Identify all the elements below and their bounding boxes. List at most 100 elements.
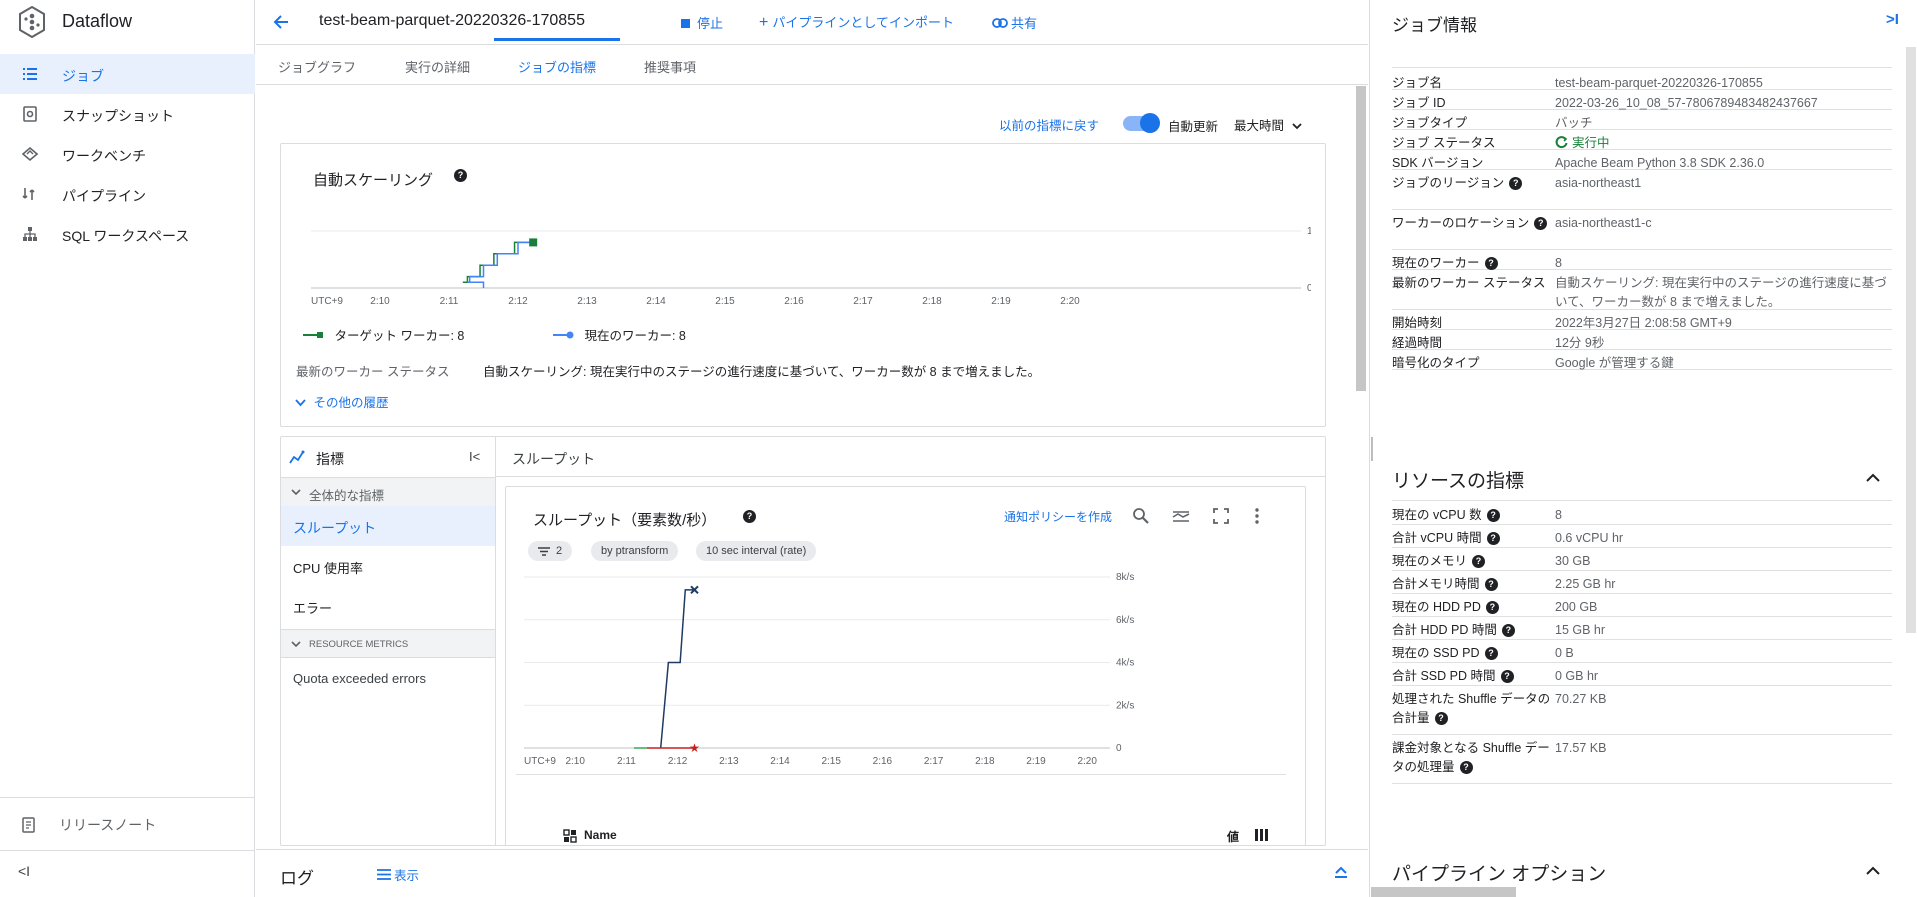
- resource-value: 15 GB hr: [1555, 621, 1891, 640]
- help-icon[interactable]: ?: [1501, 624, 1515, 638]
- sidebar-item-label: スナップショット: [62, 108, 174, 124]
- chevron-up-icon[interactable]: [1866, 473, 1880, 482]
- job-info-key: ジョブのリージョン?: [1392, 174, 1552, 193]
- job-info-value-text: バッチ: [1555, 116, 1593, 130]
- autoscale-x-tick: 2:20: [1060, 296, 1080, 307]
- chevron-up-icon[interactable]: [1866, 866, 1880, 875]
- help-icon[interactable]: ?: [1486, 532, 1500, 546]
- divider: [0, 850, 255, 851]
- tab-job-graph[interactable]: ジョブグラフ: [278, 57, 356, 76]
- help-icon[interactable]: ?: [1434, 712, 1448, 726]
- help-icon[interactable]: ?: [743, 510, 756, 523]
- time-range-select[interactable]: 最大時間: [1234, 115, 1302, 134]
- job-info-row: 暗号化のタイプ Google が管理する鍵: [1392, 350, 1892, 370]
- sidebar-item-pipelines[interactable]: パイプライン: [0, 174, 255, 214]
- filter-chip[interactable]: 2: [528, 541, 573, 561]
- help-icon[interactable]: ?: [1486, 509, 1500, 523]
- group-by-chip[interactable]: by ptransform: [591, 541, 679, 561]
- metric-group-resource[interactable]: RESOURCE METRICS: [281, 629, 495, 658]
- job-info-key-text: 最新のワーカー ステータス: [1392, 276, 1546, 290]
- throughput-x-tick: UTC+9: [524, 756, 556, 767]
- job-info-key-text: 経過時間: [1392, 336, 1443, 350]
- auto-update-label: 自動更新: [1168, 120, 1219, 134]
- help-icon[interactable]: ?: [1485, 601, 1499, 615]
- more-vert-icon[interactable]: [1254, 508, 1260, 524]
- metric-item-cpu[interactable]: CPU 使用率: [281, 546, 495, 586]
- stop-button[interactable]: 停止: [681, 13, 723, 32]
- horizontal-scrollbar[interactable]: [1371, 887, 1516, 897]
- sidebar-item-sql-workspace[interactable]: SQL ワークスペース: [0, 214, 255, 254]
- more-history-link[interactable]: その他の履歴: [295, 392, 389, 411]
- resource-value: 70.27 KB: [1555, 690, 1891, 709]
- show-log-button[interactable]: 表示: [377, 865, 419, 884]
- tab-bar: ジョブグラフ 実行の詳細 ジョブの指標 推奨事項: [256, 45, 1368, 85]
- collapse-metrics-nav-button[interactable]: I<: [469, 449, 480, 464]
- sidebar-item-jobs[interactable]: ジョブ: [0, 54, 255, 94]
- splitter-handle[interactable]: [1371, 437, 1373, 461]
- help-icon[interactable]: ?: [1484, 257, 1498, 271]
- sidebar-item-label: SQL ワークスペース: [62, 228, 190, 244]
- autoscale-series-line[interactable]: [467, 241, 534, 288]
- metric-item-errors[interactable]: エラー: [281, 586, 495, 626]
- release-notes-link[interactable]: リリースノート: [0, 805, 255, 841]
- tab-job-metrics[interactable]: ジョブの指標: [518, 57, 596, 76]
- collapse-sidebar-button[interactable]: <I: [18, 863, 42, 883]
- back-arrow-icon[interactable]: [272, 13, 290, 31]
- resource-key-text: 現在の HDD PD: [1392, 600, 1481, 614]
- autoscale-x-tick: 2:13: [577, 296, 597, 307]
- help-icon[interactable]: ?: [1484, 578, 1498, 592]
- expand-up-icon[interactable]: [1334, 865, 1348, 879]
- help-icon[interactable]: ?: [1500, 670, 1514, 684]
- zoom-search-icon[interactable]: [1132, 507, 1150, 525]
- interval-chip[interactable]: 10 sec interval (rate): [696, 541, 817, 561]
- metric-item-quota-exceeded[interactable]: Quota exceeded errors: [281, 659, 495, 699]
- import-as-pipeline-button[interactable]: + パイプラインとしてインポート: [759, 12, 954, 32]
- table-header-name[interactable]: Name: [584, 828, 617, 842]
- help-icon[interactable]: ?: [1472, 555, 1486, 569]
- resource-key-text: 現在の vCPU 数: [1392, 508, 1482, 522]
- auto-update-toggle[interactable]: [1123, 113, 1160, 133]
- tab-recommendations[interactable]: 推奨事項: [644, 57, 696, 76]
- help-icon[interactable]: ?: [1509, 177, 1523, 191]
- sidebar-item-snapshots[interactable]: スナップショット: [0, 94, 255, 134]
- help-icon[interactable]: ?: [1484, 647, 1498, 661]
- sidebar-item-workbench[interactable]: ワークベンチ: [0, 134, 255, 174]
- main-scrollbar[interactable]: [1356, 86, 1366, 391]
- help-icon[interactable]: ?: [1459, 761, 1473, 775]
- throughput-x-tick: 2:15: [821, 756, 841, 767]
- throughput-chart-card: スループット（要素数/秒） ? 通知ポリシーを作成 2 by ptransfor…: [505, 486, 1306, 845]
- resource-row: 合計 vCPU 時間? 0.6 vCPU hr: [1392, 525, 1892, 548]
- create-alert-policy-link[interactable]: 通知ポリシーを作成: [1004, 508, 1112, 525]
- job-info-value-text: 8: [1555, 256, 1562, 270]
- panel-scrollbar[interactable]: [1906, 47, 1916, 633]
- metric-item-label: スループット: [293, 520, 377, 536]
- brand[interactable]: Dataflow: [0, 0, 255, 44]
- fullscreen-icon[interactable]: [1213, 508, 1229, 524]
- throughput-series-line[interactable]: [659, 589, 695, 749]
- resource-value-text: 70.27 KB: [1555, 692, 1607, 706]
- resource-value: 2.25 GB hr: [1555, 575, 1891, 594]
- back-to-previous-metrics-link[interactable]: 以前の指標に戻す: [999, 115, 1099, 134]
- stop-label: 停止: [697, 16, 724, 31]
- compare-lines-icon[interactable]: [1172, 508, 1190, 524]
- time-range-value: 最大時間: [1234, 119, 1285, 133]
- help-icon[interactable]: ?: [1534, 217, 1548, 231]
- job-info-row: 現在のワーカー? 8: [1392, 250, 1892, 271]
- metric-item-throughput[interactable]: スループット: [281, 506, 495, 546]
- autoscale-x-tick: 2:17: [853, 296, 873, 307]
- resource-value-text: 200 GB: [1555, 600, 1598, 614]
- share-button[interactable]: 共有: [992, 13, 1037, 32]
- resource-key: 処理された Shuffle データの合計量?: [1392, 690, 1552, 728]
- column-chooser-icon[interactable]: [1254, 828, 1270, 842]
- throughput-x-tick: 2:12: [668, 756, 688, 767]
- metrics-nav-title: 指標: [316, 451, 344, 467]
- tab-execution-details[interactable]: 実行の詳細: [405, 57, 470, 76]
- table-header-value[interactable]: 値: [1227, 828, 1239, 845]
- throughput-star-marker: ★: [689, 741, 700, 755]
- metric-group-overall[interactable]: 全体的な指標: [281, 477, 495, 506]
- help-icon[interactable]: ?: [454, 169, 467, 182]
- throughput-x-tick: 2:10: [565, 756, 585, 767]
- job-info-key-text: ジョブ名: [1392, 76, 1443, 90]
- collapse-panel-button[interactable]: >I: [1886, 11, 1899, 28]
- metrics-nav: 指標 I< 全体的な指標 スループット CPU 使用率 エラー RESOURCE…: [281, 437, 496, 845]
